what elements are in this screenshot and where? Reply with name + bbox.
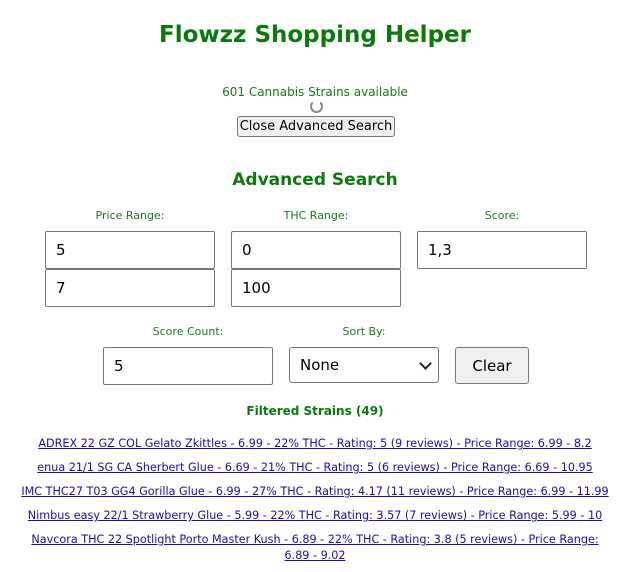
price-min-input[interactable] [45, 231, 215, 269]
result-link[interactable]: Nimbus easy 22/1 Strawberry Glue - 5.99 … [20, 508, 610, 524]
sort-by-select[interactable]: None [289, 347, 439, 383]
page-title: Flowzz Shopping Helper [159, 22, 471, 48]
thc-min-input[interactable] [231, 231, 401, 269]
advanced-search-title: Advanced Search [232, 170, 398, 190]
price-max-input[interactable] [45, 269, 215, 307]
score-count-label: Score Count: [152, 325, 224, 338]
loading-spinner-icon [310, 100, 323, 113]
strain-count: 601 Cannabis Strains available [222, 85, 408, 99]
score-count-input[interactable] [103, 347, 273, 385]
score-input[interactable] [417, 231, 587, 269]
result-link[interactable]: Navcora THC 22 Spotlight Porto Master Ku… [20, 532, 610, 564]
result-link[interactable]: IMC THC27 T03 GG4 Gorilla Glue - 6.99 - … [20, 484, 610, 500]
result-link[interactable]: enua 21/1 SG CA Sherbert Glue - 6.69 - 2… [20, 460, 610, 476]
thc-max-input[interactable] [231, 269, 401, 307]
chevron-down-icon [419, 356, 432, 370]
sort-by-value: None [300, 356, 340, 374]
clear-button[interactable]: Clear [455, 347, 529, 384]
sort-by-label: Sort By: [342, 325, 386, 338]
filtered-strains-title: Filtered Strains (49) [246, 404, 384, 418]
result-link[interactable]: ADREX 22 GZ COL Gelato Zkittles - 6.99 -… [20, 436, 610, 452]
close-advanced-search-button[interactable]: Close Advanced Search [237, 116, 395, 137]
thc-range-label: THC Range: [283, 209, 349, 222]
price-range-label: Price Range: [95, 209, 165, 222]
results-list: ADREX 22 GZ COL Gelato Zkittles - 6.99 -… [20, 436, 610, 572]
score-label: Score: [484, 209, 520, 222]
